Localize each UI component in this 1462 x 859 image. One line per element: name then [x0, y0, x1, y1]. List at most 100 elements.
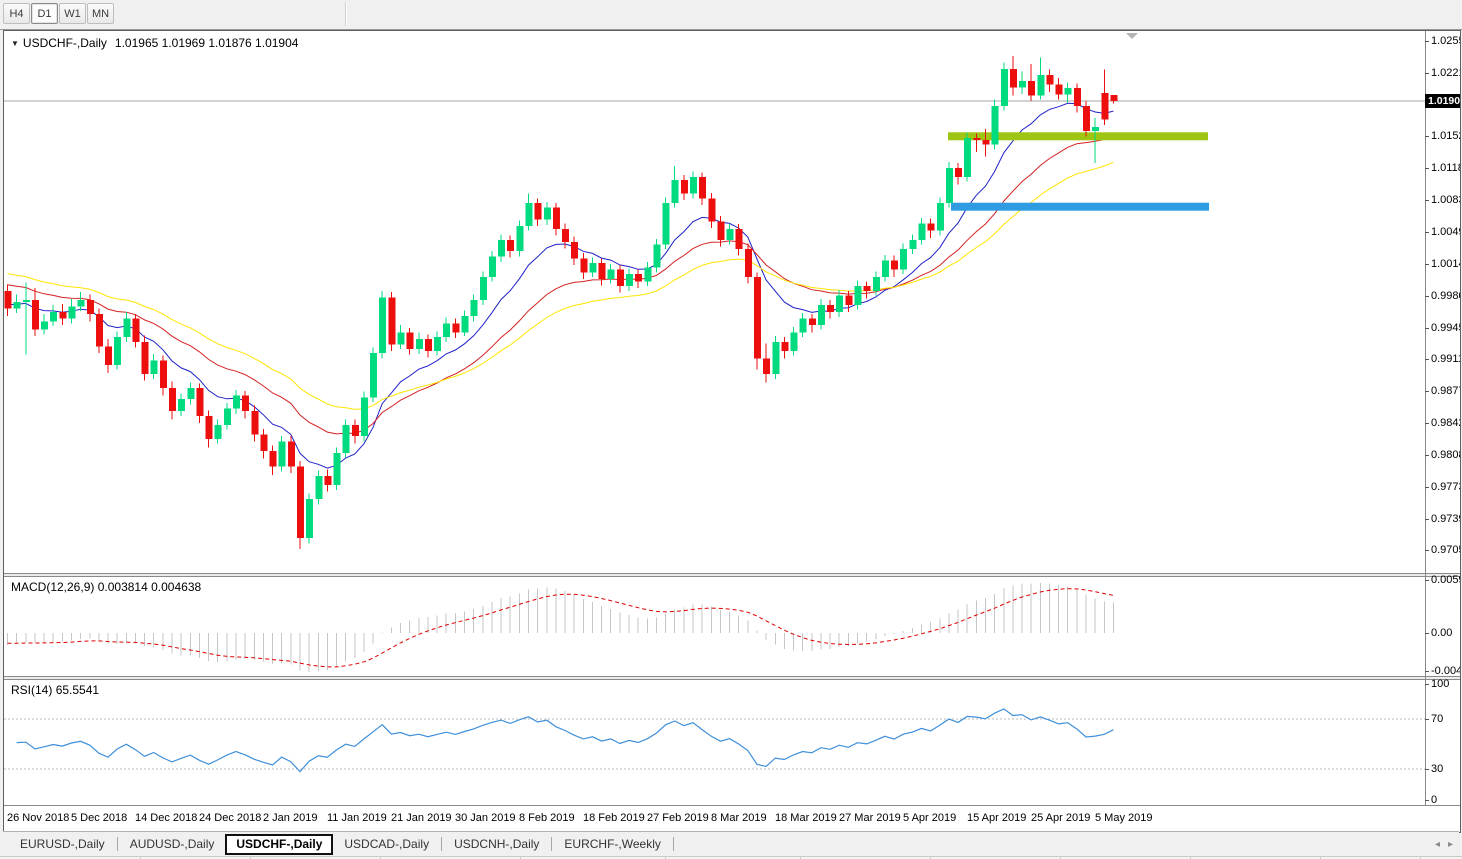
price-pane-canvas[interactable]: [4, 31, 1425, 573]
time-axis-label: 27 Mar 2019: [839, 812, 901, 824]
rsi-axis-label: 0: [1431, 794, 1438, 806]
price-axis-label-tick: [1425, 487, 1429, 489]
tab-scroll-right-icon[interactable]: ▸: [1448, 839, 1453, 850]
price-axis-label-tick: [1425, 390, 1429, 392]
time-axis-label: 11 Jan 2019: [327, 812, 387, 824]
price-axis-label-tick: [1425, 327, 1429, 329]
price-axis-label-tick: [1425, 550, 1429, 551]
time-axis-label: 14 Dec 2018: [135, 812, 198, 824]
time-axis-label: 25 Apr 2019: [1031, 812, 1091, 824]
rsi-axis-label: 30: [1431, 763, 1444, 775]
macd-pane-canvas[interactable]: [4, 577, 1425, 676]
price-axis-label: 1.01520: [1431, 130, 1460, 143]
rsi-line: [16, 708, 1114, 773]
tab-scroll-arrows: ◂ ▸: [1435, 839, 1453, 850]
rsi-axis-label: 100: [1431, 678, 1450, 690]
price-axis-label-tick: [1425, 518, 1429, 520]
price-axis-label-tick: [1425, 41, 1429, 42]
price-axis-label: 1.02550: [1431, 35, 1460, 47]
price-axis-label-tick: [1425, 359, 1429, 361]
price-axis-label: 0.97730: [1431, 481, 1460, 494]
macd-axis-label: 0.00597: [1431, 574, 1460, 586]
rsi-axis-label-tick: [1425, 684, 1429, 685]
timeframe-button-mn[interactable]: MN: [87, 3, 114, 24]
price-axis-label-tick: [1425, 264, 1429, 265]
time-axis-label: 8 Mar 2019: [711, 812, 767, 824]
rsi-axis-label-tick: [1425, 719, 1429, 720]
resistance-line[interactable]: [948, 132, 1208, 141]
chart-tab-bar: EURUSD-,Daily AUDUSD-,Daily USDCHF-,Daily U…: [3, 831, 1459, 856]
price-axis-label: 0.99800: [1431, 289, 1460, 302]
macd-axis-label: 0.00: [1431, 627, 1453, 639]
price-axis-label-tick: [1425, 200, 1429, 202]
price-axis-label-tick: [1425, 136, 1429, 138]
price-axis-label: 0.97050: [1431, 544, 1460, 556]
price-axis-label: 0.97390: [1431, 512, 1460, 525]
chart-tab-eurchf[interactable]: EURCHF-,Weekly: [553, 834, 671, 854]
price-axis-label-tick: [1425, 72, 1429, 74]
time-axis-label: 8 Feb 2019: [519, 812, 575, 824]
time-axis-label: 21 Jan 2019: [391, 812, 452, 824]
timeframe-button-h4[interactable]: H4: [3, 3, 30, 24]
time-axis-border: [4, 805, 1460, 806]
price-axis-label: 1.00140: [1431, 258, 1460, 270]
macd-axis-label-tick: [1425, 671, 1429, 672]
chart-tab-usdcnh[interactable]: USDCNH-,Daily: [443, 834, 550, 854]
time-axis-label: 18 Feb 2019: [583, 812, 645, 824]
timeframe-toolbar: H4 D1 W1 MN: [0, 0, 1462, 30]
rsi-axis-label-tick: [1425, 800, 1429, 801]
price-axis-label-tick: [1425, 231, 1429, 233]
time-axis-label: 5 May 2019: [1095, 812, 1153, 824]
toolbar-separator: [345, 2, 347, 26]
macd-axis-label-tick: [1425, 580, 1429, 581]
price-axis-label: 0.98080: [1431, 448, 1460, 461]
price-axis-label-tick: [1425, 423, 1429, 425]
chart-dropdown-icon[interactable]: ▼: [11, 39, 19, 48]
time-axis-label: 2 Jan 2019: [263, 812, 318, 824]
macd-signal-value: 0.004638: [151, 580, 202, 594]
chart-title: ▼ USDCHF-,Daily 1.01965 1.01969 1.01876 1.…: [11, 36, 298, 50]
candles-layer: [4, 55, 1118, 550]
tab-separator: [672, 837, 674, 851]
rsi-name: RSI(14): [11, 683, 53, 697]
chart-shift-marker-icon[interactable]: [1126, 33, 1138, 39]
macd-axis-label-tick: [1425, 633, 1429, 634]
tab-separator: [116, 837, 118, 851]
support-line[interactable]: [951, 202, 1209, 211]
rsi-label: RSI(14) 65.5541: [11, 683, 99, 697]
chart-tab-eurusd[interactable]: EURUSD-,Daily: [9, 834, 116, 854]
macd-main-value: 0.003814: [97, 580, 148, 594]
time-axis-label: 5 Apr 2019: [903, 812, 957, 824]
macd-signal-line: [7, 588, 1114, 668]
chart-ohlc-values: 1.01965 1.01969 1.01876 1.01904: [114, 36, 299, 50]
chart-tab-usdchf[interactable]: USDCHF-,Daily: [225, 833, 334, 855]
time-axis-label: 27 Feb 2019: [647, 812, 709, 824]
chart-tab-audusd[interactable]: AUDUSD-,Daily: [119, 834, 226, 854]
timeframe-button-d1[interactable]: D1: [31, 3, 58, 24]
chart-tab-usdcad[interactable]: USDCAD-,Daily: [333, 834, 440, 854]
price-axis-label: 0.98770: [1431, 384, 1460, 397]
macd-name: MACD(12,26,9): [11, 580, 95, 594]
time-axis-label: 26 Nov 2018: [7, 812, 70, 824]
timeframe-button-w1[interactable]: W1: [59, 3, 86, 24]
macd-axis-label: -0.004243: [1431, 665, 1461, 677]
tab-separator: [551, 837, 553, 851]
pane-splitter[interactable]: [4, 676, 1460, 680]
chart-window: ▼ USDCHF-,Daily 1.01965 1.01969 1.01876 1.…: [3, 30, 1461, 833]
time-axis-label: 15 Apr 2019: [967, 812, 1027, 824]
tab-scroll-left-icon[interactable]: ◂: [1435, 839, 1440, 850]
chart-symbol-label: USDCHF-,Daily: [22, 36, 107, 50]
rsi-axis-label-tick: [1425, 769, 1429, 770]
time-axis-label: 5 Dec 2018: [71, 812, 128, 824]
rsi-pane-canvas[interactable]: [4, 680, 1425, 805]
time-axis-label: 18 Mar 2019: [775, 812, 837, 824]
price-axis-label: 1.00490: [1431, 225, 1460, 238]
chart-tabs: EURUSD-,Daily AUDUSD-,Daily USDCHF-,Daily U…: [9, 833, 675, 855]
fast-ma-line: [7, 102, 1114, 469]
macd-histogram: [7, 582, 1114, 672]
pane-splitter[interactable]: [4, 573, 1460, 577]
price-axis-border: [1425, 31, 1426, 805]
price-axis-label: 1.02210: [1431, 66, 1460, 79]
macd-label: MACD(12,26,9) 0.003814 0.004638: [11, 580, 201, 594]
current-price-tag: 1.01904: [1425, 93, 1460, 108]
